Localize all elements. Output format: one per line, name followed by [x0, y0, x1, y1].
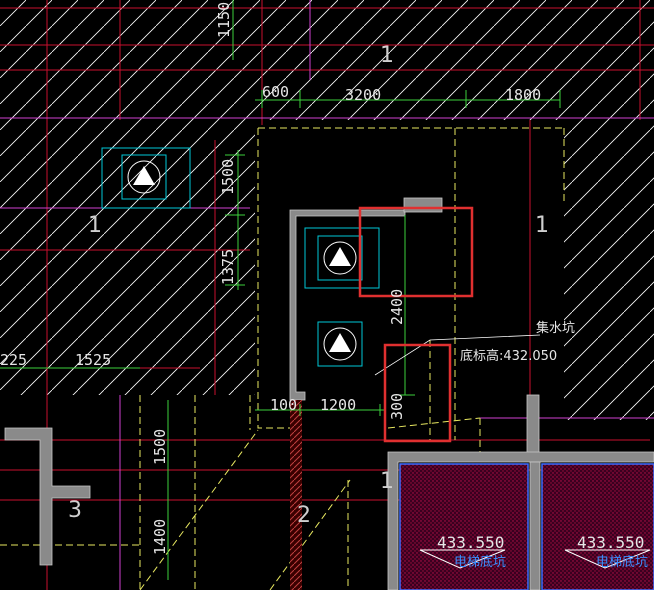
dim-1525: 1525 — [75, 351, 111, 369]
dim-1500-left: 1500 — [151, 429, 169, 465]
dim-300: 300 — [388, 393, 406, 420]
dim-100: 100 — [270, 396, 297, 414]
dim-2400: 2400 — [388, 289, 406, 325]
mark-3: 3 — [68, 498, 82, 523]
mark-1-left: 1 — [88, 213, 102, 238]
dim-600: 600 — [262, 83, 289, 101]
pit-label-left: 电梯底坑 — [454, 554, 506, 570]
dim-1200: 1200 — [320, 396, 356, 414]
mark-1-mid: 1 — [380, 469, 394, 494]
sump-label: 集水坑 — [536, 320, 575, 336]
core-region — [255, 128, 564, 428]
mark-1-right: 1 — [535, 213, 549, 238]
cad-drawing: 1150 600 3200 1800 1500 1375 2400 225 15… — [0, 0, 654, 590]
dim-225: 225 — [0, 351, 27, 369]
pit-elevation-left: 433.550 — [437, 533, 504, 552]
pit-label-right: 电梯底坑 — [596, 554, 648, 570]
dim-1150: 1150 — [215, 2, 233, 38]
bottom-elevation-label: 底标高:432.050 — [460, 348, 557, 364]
mark-2: 2 — [297, 503, 311, 528]
mark-1-top: 1 — [380, 43, 394, 68]
section-wall — [290, 400, 302, 590]
elevator-pits — [399, 463, 654, 590]
dim-1400: 1400 — [151, 519, 169, 555]
dim-1375: 1375 — [219, 249, 237, 285]
dim-3200: 3200 — [345, 86, 381, 104]
pit-elevation-right: 433.550 — [577, 533, 644, 552]
dim-1800: 1800 — [505, 86, 541, 104]
dim-1500-top: 1500 — [219, 159, 237, 195]
